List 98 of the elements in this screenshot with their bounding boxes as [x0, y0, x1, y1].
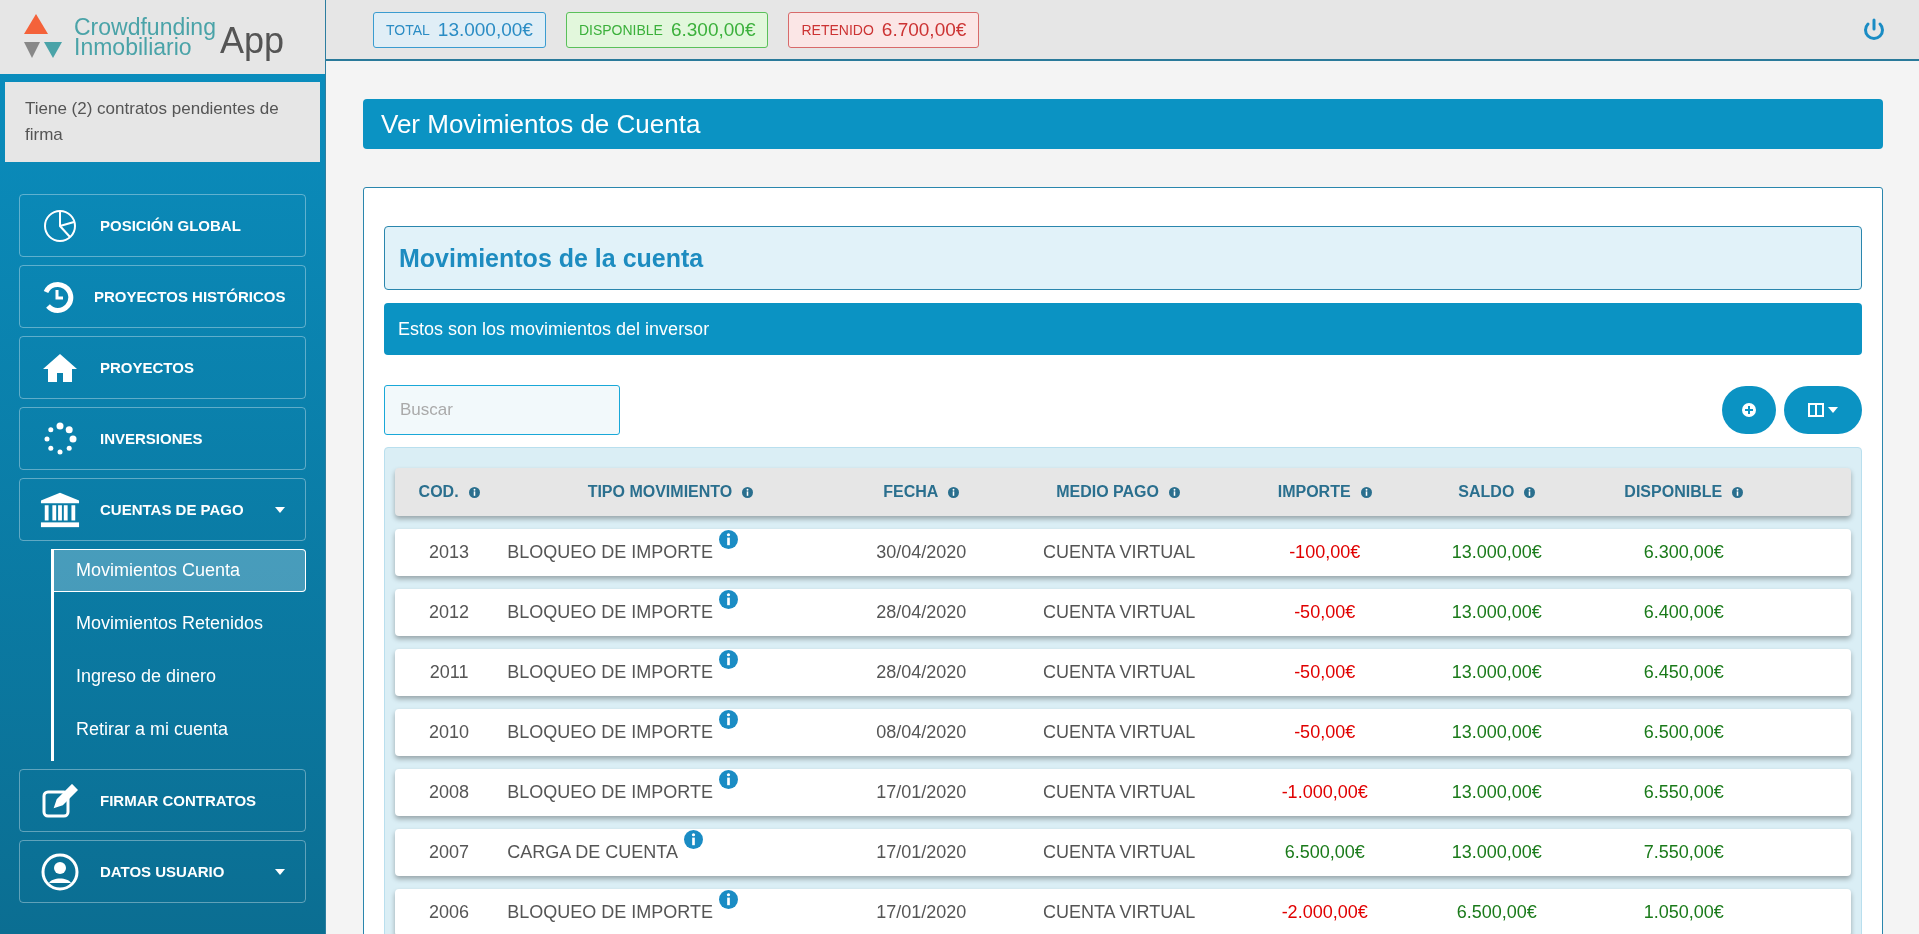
sidebar-subitem[interactable]: Ingreso de dinero: [54, 655, 306, 698]
table-cell: 17/01/2020: [876, 842, 967, 863]
table-cell: 30/04/2020: [876, 542, 967, 563]
table-cell: BLOQUEO DE IMPORTE: [507, 602, 713, 623]
table-cell: 17/01/2020: [876, 902, 967, 923]
table-cell: 08/04/2020: [876, 722, 967, 743]
table-cell: BLOQUEO DE IMPORTE: [507, 722, 713, 743]
balance-label: RETENIDO: [801, 21, 874, 38]
table-cell: 13.000,00€: [1451, 722, 1542, 743]
table-cell: CUENTA VIRTUAL: [1042, 902, 1196, 923]
table-cell: CUENTA VIRTUAL: [1042, 842, 1196, 863]
pie-chart-icon: [43, 208, 77, 243]
table-cell: CUENTA VIRTUAL: [1042, 782, 1196, 803]
table-cell: BLOQUEO DE IMPORTE: [507, 902, 713, 923]
table-cell: 6.500,00€: [1643, 722, 1724, 743]
table-cell: CUENTA VIRTUAL: [1042, 602, 1196, 623]
power-icon[interactable]: [1863, 17, 1885, 42]
logo-text: App: [219, 20, 284, 62]
info-icon: [948, 486, 960, 498]
column-header[interactable]: TIPO MOVIMIENTO: [587, 483, 733, 501]
sidebar-item[interactable]: PROYECTOS HISTÓRICOS: [19, 265, 306, 328]
table-cell: 13.000,00€: [1451, 782, 1542, 803]
table-cell: -2.000,00€: [1281, 902, 1368, 923]
column-header[interactable]: DISPONIBLE: [1624, 483, 1723, 501]
sidebar-item[interactable]: POSICIÓN GLOBAL: [19, 194, 306, 257]
table-cell: BLOQUEO DE IMPORTE: [507, 542, 713, 563]
column-header[interactable]: IMPORTE: [1277, 483, 1351, 501]
columns-icon: [1808, 403, 1824, 417]
table-cell: 13.000,00€: [1451, 662, 1542, 683]
section-heading: Movimientos de la cuenta: [384, 226, 1862, 290]
balance-label: TOTAL: [386, 21, 430, 38]
dots-circle-icon: [43, 421, 77, 456]
balance-label: DISPONIBLE: [578, 21, 663, 38]
column-header[interactable]: FECHA: [883, 483, 939, 501]
table-cell: BLOQUEO DE IMPORTE: [507, 662, 713, 683]
table-cell: 2007: [429, 842, 470, 863]
info-icon: [1732, 486, 1744, 498]
table-cell: 6.500,00€: [1284, 842, 1365, 863]
table-cell: CUENTA VIRTUAL: [1042, 542, 1196, 563]
table-cell: 17/01/2020: [876, 782, 967, 803]
info-icon: [742, 486, 754, 498]
info-icon: [1524, 486, 1536, 498]
table-cell: -100,00€: [1289, 542, 1361, 563]
table-cell: 6.450,00€: [1643, 662, 1724, 683]
table-cell: -50,00€: [1294, 602, 1356, 623]
table-cell: 28/04/2020: [876, 662, 967, 683]
table-cell: 7.550,00€: [1643, 842, 1724, 863]
column-header[interactable]: MEDIO PAGO: [1056, 483, 1159, 501]
table-cell: 1.050,00€: [1643, 902, 1724, 923]
table-cell: 2012: [429, 602, 470, 623]
balance-value: 6.700,00€: [881, 18, 967, 41]
house-icon: [42, 352, 78, 383]
table-cell: -50,00€: [1294, 722, 1356, 743]
search-field[interactable]: Buscar: [384, 385, 620, 435]
sidebar-subitem[interactable]: Movimientos Retenidos: [54, 602, 306, 645]
info-icon: [468, 486, 480, 498]
table-cell: 13.000,00€: [1451, 542, 1542, 563]
table-cell: 28/04/2020: [876, 602, 967, 623]
edit-icon: [42, 783, 78, 818]
table-cell: -50,00€: [1294, 662, 1356, 683]
table-cell: 6.550,00€: [1643, 782, 1724, 803]
table-cell: 6.400,00€: [1643, 602, 1724, 623]
sidebar-item[interactable]: DATOS USUARIO: [19, 840, 306, 903]
bank-icon: [40, 490, 80, 529]
sidebar-item[interactable]: PROYECTOS: [19, 336, 306, 399]
column-header[interactable]: COD.: [418, 483, 459, 501]
balance-value: 6.300,00€: [670, 18, 756, 41]
table-cell: 6.300,00€: [1643, 542, 1724, 563]
table-cell: 2013: [429, 542, 470, 563]
caret-icon: [1828, 407, 1838, 413]
table-cell: 13.000,00€: [1451, 842, 1542, 863]
table-cell: 13.000,00€: [1451, 602, 1542, 623]
table-cell: BLOQUEO DE IMPORTE: [507, 782, 713, 803]
table-cell: 2011: [429, 662, 469, 683]
table-cell: CARGA DE CUENTA: [507, 842, 678, 863]
sidebar-item[interactable]: CUENTAS DE PAGO: [19, 478, 306, 541]
sidebar-subitem[interactable]: Retirar a mi cuenta: [54, 708, 306, 751]
page-title: Ver Movimientos de Cuenta: [363, 99, 1883, 149]
user-icon: [41, 852, 79, 891]
info-icon: [1169, 486, 1180, 498]
table-cell: 2008: [429, 782, 470, 803]
section-subtitle: Estos son los movimientos del inversor: [384, 303, 1862, 355]
table-cell: CUENTA VIRTUAL: [1042, 722, 1196, 743]
info-icon: [1360, 486, 1372, 498]
columns-button[interactable]: [1784, 386, 1862, 434]
sidebar-item[interactable]: FIRMAR CONTRATOS: [19, 769, 306, 832]
plus-circle-icon: [1742, 403, 1756, 417]
sidebar-item[interactable]: INVERSIONES: [19, 407, 306, 470]
pending-contracts-notice: Tiene (2) contratos pendientes de firma: [5, 82, 320, 162]
table-cell: CUENTA VIRTUAL: [1042, 662, 1196, 683]
sidebar-subitem[interactable]: Movimientos Cuenta: [54, 549, 306, 592]
balance-value: 13.000,00€: [437, 18, 533, 41]
table-cell: 2010: [429, 722, 470, 743]
add-button[interactable]: [1722, 386, 1776, 434]
table-cell: 6.500,00€: [1456, 902, 1537, 923]
table-cell: -1.000,00€: [1281, 782, 1368, 803]
column-header[interactable]: SALDO: [1458, 483, 1515, 501]
table-cell: 2006: [429, 902, 470, 923]
